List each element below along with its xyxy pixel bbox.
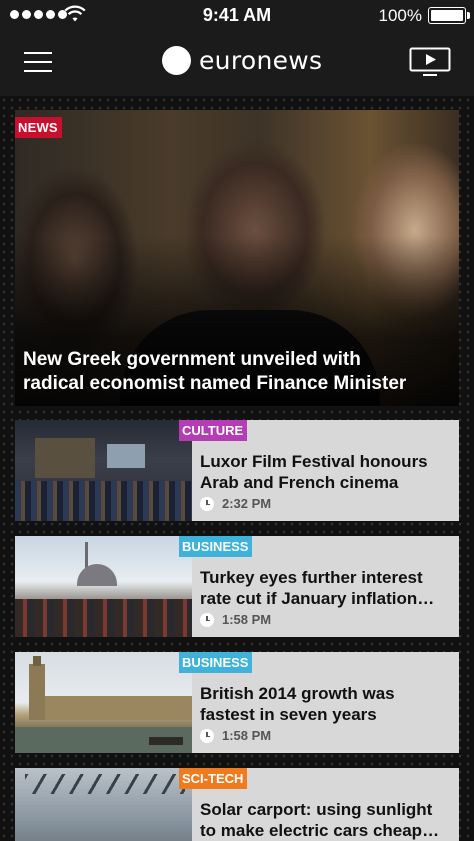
- article-headline-line-1: Luxor Film Festival honours: [200, 452, 428, 471]
- article-time: 2:32 PM: [200, 496, 271, 511]
- clock-icon: [200, 728, 214, 743]
- article-thumbnail: [15, 768, 192, 841]
- article-thumbnail: [15, 536, 192, 637]
- article-time-text: 1:58 PM: [222, 612, 272, 627]
- clock-icon: [200, 496, 214, 511]
- hero-headline-line-1: New Greek government unveiled with: [23, 349, 361, 370]
- article-headline-line-2: to make electric cars cheap…: [200, 821, 440, 840]
- article-headline-line-2: fastest in seven years: [200, 705, 377, 724]
- article-headline-line-1: British 2014 growth was: [200, 684, 395, 703]
- category-badge: NEWS: [15, 117, 62, 138]
- hero-headline: New Greek government unveiled with radic…: [23, 348, 447, 396]
- article-headline-line-1: Solar carport: using sunlight: [200, 800, 433, 819]
- article-headline-line-1: Turkey eyes further interest: [200, 568, 423, 587]
- category-badge: BUSINESS: [179, 536, 253, 557]
- article-time-text: 2:32 PM: [222, 496, 272, 511]
- news-feed[interactable]: NEWS New Greek government unveiled with …: [0, 96, 474, 841]
- hero-article[interactable]: NEWS New Greek government unveiled with …: [15, 110, 459, 406]
- article-headline: Luxor Film Festival honours Arab and Fre…: [200, 451, 449, 493]
- battery-icon: [428, 7, 470, 24]
- article-headline: Turkey eyes further interest rate cut if…: [200, 567, 449, 609]
- play-video-icon[interactable]: [409, 47, 451, 77]
- battery-percentage: 100%: [378, 6, 422, 25]
- hero-headline-line-2: radical economist named Finance Minister: [23, 373, 407, 394]
- euronews-logo[interactable]: euronews: [162, 46, 322, 75]
- article-time-text: 1:58 PM: [222, 728, 272, 743]
- article-headline: British 2014 growth was fastest in seven…: [200, 683, 449, 725]
- article-card[interactable]: BUSINESS Turkey eyes further interest ra…: [15, 536, 459, 637]
- article-time: 1:58 PM: [200, 612, 271, 627]
- article-headline-line-2: rate cut if January inflation…: [200, 589, 435, 608]
- article-headline-line-2: Arab and French cinema: [200, 473, 399, 492]
- category-badge: SCI-TECH: [179, 768, 248, 789]
- article-card[interactable]: BUSINESS British 2014 growth was fastest…: [15, 652, 459, 753]
- category-badge: BUSINESS: [179, 652, 253, 673]
- status-bar: 9:41 AM 100%: [0, 0, 474, 30]
- article-thumbnail: [15, 420, 192, 521]
- article-thumbnail: [15, 652, 192, 753]
- logo-text: euronews: [199, 46, 323, 75]
- article-headline: Solar carport: using sunlight to make el…: [200, 799, 449, 841]
- category-badge: CULTURE: [179, 420, 248, 441]
- article-card[interactable]: SCI-TECH Solar carport: using sunlight t…: [15, 768, 459, 841]
- article-card[interactable]: CULTURE Luxor Film Festival honours Arab…: [15, 420, 459, 521]
- clock-icon: [200, 612, 214, 627]
- app-header: euronews: [0, 30, 474, 96]
- logo-circle-icon: [162, 46, 191, 75]
- hamburger-menu-icon[interactable]: [24, 52, 52, 72]
- article-time: 1:58 PM: [200, 728, 271, 743]
